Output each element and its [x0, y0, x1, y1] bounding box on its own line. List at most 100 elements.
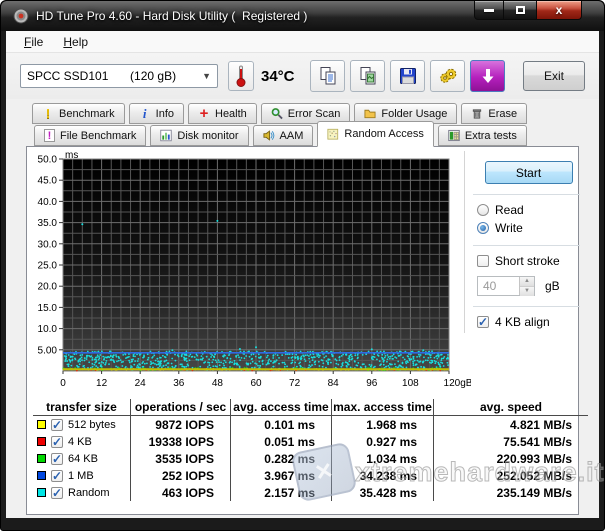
menu-file[interactable]: File [14, 32, 53, 52]
short-stroke-size-input[interactable]: 40 ▲ ▼ [477, 276, 535, 296]
minimize-button[interactable] [474, 1, 504, 20]
svg-text:120gB: 120gB [444, 378, 471, 389]
tab-disk-monitor[interactable]: Disk monitor [150, 125, 248, 146]
svg-text:50.0: 50.0 [38, 155, 58, 166]
table-cell: 4.821 MB/s [433, 416, 588, 433]
table-cell: 220.993 MB/s [433, 450, 588, 467]
options-button[interactable] [430, 60, 465, 92]
copy-image-icon [358, 66, 378, 86]
maximize-button[interactable] [504, 1, 536, 20]
short-stroke-checkbox-box [477, 255, 489, 267]
tab-file-benchmark[interactable]: ! File Benchmark [34, 125, 146, 146]
table-cell: 1.968 ms [331, 416, 433, 433]
options-gears-icon [438, 66, 458, 86]
app-window: HD Tune Pro 4.60 - Hard Disk Utility ( R… [0, 0, 605, 531]
svg-text:96: 96 [366, 378, 378, 389]
start-button[interactable]: Start [485, 161, 573, 184]
chevron-down-icon: ▼ [202, 71, 211, 81]
thermometer-icon [235, 64, 247, 88]
tab-erase[interactable]: Erase [461, 103, 527, 124]
short-stroke-checkbox[interactable]: Short stroke [477, 254, 580, 268]
svg-text:30.0: 30.0 [38, 239, 58, 250]
svg-text:108: 108 [402, 378, 419, 389]
svg-text:15.0: 15.0 [38, 303, 58, 314]
tab-aam[interactable]: AAM [253, 125, 314, 146]
table-cell: 19338 IOPS [130, 433, 230, 450]
series-toggle-checkbox[interactable] [51, 470, 63, 482]
svg-text:60: 60 [250, 378, 262, 389]
tab-extra-tests[interactable]: Extra tests [438, 125, 527, 146]
tab-health[interactable]: + Health [188, 103, 257, 124]
svg-text:45.0: 45.0 [38, 176, 58, 187]
table-cell: 1.034 ms [331, 450, 433, 467]
series-toggle-checkbox[interactable] [51, 419, 63, 431]
save-button[interactable] [390, 60, 425, 92]
svg-text:40.0: 40.0 [38, 197, 58, 208]
spin-up-button[interactable]: ▲ [520, 277, 534, 287]
folder-icon [364, 107, 376, 120]
download-button[interactable] [470, 60, 505, 92]
series-color-swatch [37, 454, 46, 463]
speaker-icon [263, 129, 275, 142]
separator [473, 245, 580, 246]
write-radio-circle [477, 222, 489, 234]
info-icon: i [139, 108, 151, 120]
table-row-label: 512 bytes [33, 416, 130, 433]
svg-text:72: 72 [289, 378, 301, 389]
table-row-label: Random [33, 484, 130, 501]
svg-text:24: 24 [135, 378, 147, 389]
close-button[interactable]: x [536, 1, 582, 20]
series-toggle-checkbox[interactable] [51, 487, 63, 499]
caption-buttons: x [474, 1, 582, 20]
toolbar: SPCC SSD101 (120 gB) ▼ 34°C [6, 53, 599, 99]
tab-benchmark[interactable]: ! Benchmark [32, 103, 125, 124]
read-radio[interactable]: Read [477, 203, 580, 217]
minimize-icon [484, 9, 494, 12]
table-cell: 2.157 ms [230, 484, 331, 501]
tab-random-access[interactable]: Random Access [317, 121, 433, 147]
series-color-swatch [37, 437, 46, 446]
exit-button[interactable]: Exit [523, 61, 585, 91]
table-row-label: 1 MB [33, 467, 130, 484]
random-access-panel: 5.0010.015.020.025.030.035.040.045.050.0… [26, 146, 579, 515]
column-header: transfer size [33, 399, 130, 416]
write-radio[interactable]: Write [477, 221, 580, 235]
health-cross-icon: + [198, 108, 210, 120]
svg-text:ms: ms [65, 151, 78, 161]
4kb-align-checkbox-box [477, 316, 489, 328]
series-toggle-checkbox[interactable] [51, 436, 63, 448]
table-cell: 252 IOPS [130, 467, 230, 484]
access-time-chart: 5.0010.015.020.025.030.035.040.045.050.0… [29, 151, 471, 393]
series-color-swatch [37, 420, 46, 429]
spin-down-button[interactable]: ▼ [520, 287, 534, 296]
series-toggle-checkbox[interactable] [51, 453, 63, 465]
svg-text:5.00: 5.00 [38, 345, 58, 356]
temperature-label: 34°C [261, 68, 295, 85]
tab-info[interactable]: i Info [129, 103, 184, 124]
table-cell: 0.927 ms [331, 433, 433, 450]
app-icon [13, 8, 29, 24]
temperature-button[interactable] [228, 61, 254, 91]
svg-text:84: 84 [328, 378, 340, 389]
svg-text:20.0: 20.0 [38, 282, 58, 293]
column-header: avg. access time [230, 399, 331, 416]
4kb-align-checkbox[interactable]: 4 KB align [477, 315, 580, 329]
menu-help[interactable]: Help [53, 32, 98, 52]
test-controls: Start Read Write Short stroke 40 [464, 151, 586, 333]
table-cell: 3.967 ms [230, 467, 331, 484]
save-icon [398, 66, 418, 86]
drive-selector[interactable]: SPCC SSD101 (120 gB) ▼ [20, 64, 218, 88]
column-header: avg. speed [433, 399, 588, 416]
drive-name: SPCC SSD101 [27, 69, 130, 83]
series-color-swatch [37, 471, 46, 480]
separator [473, 194, 580, 195]
drive-capacity: (120 gB) [130, 69, 176, 83]
table-cell: 0.282 ms [230, 450, 331, 467]
maximize-icon [516, 6, 525, 14]
copy-image-button[interactable] [350, 60, 385, 92]
table-row-label: 64 KB [33, 450, 130, 467]
column-header: max. access time [331, 399, 433, 416]
table-cell: 3535 IOPS [130, 450, 230, 467]
copy-text-button[interactable] [310, 60, 345, 92]
trash-icon [471, 107, 483, 120]
